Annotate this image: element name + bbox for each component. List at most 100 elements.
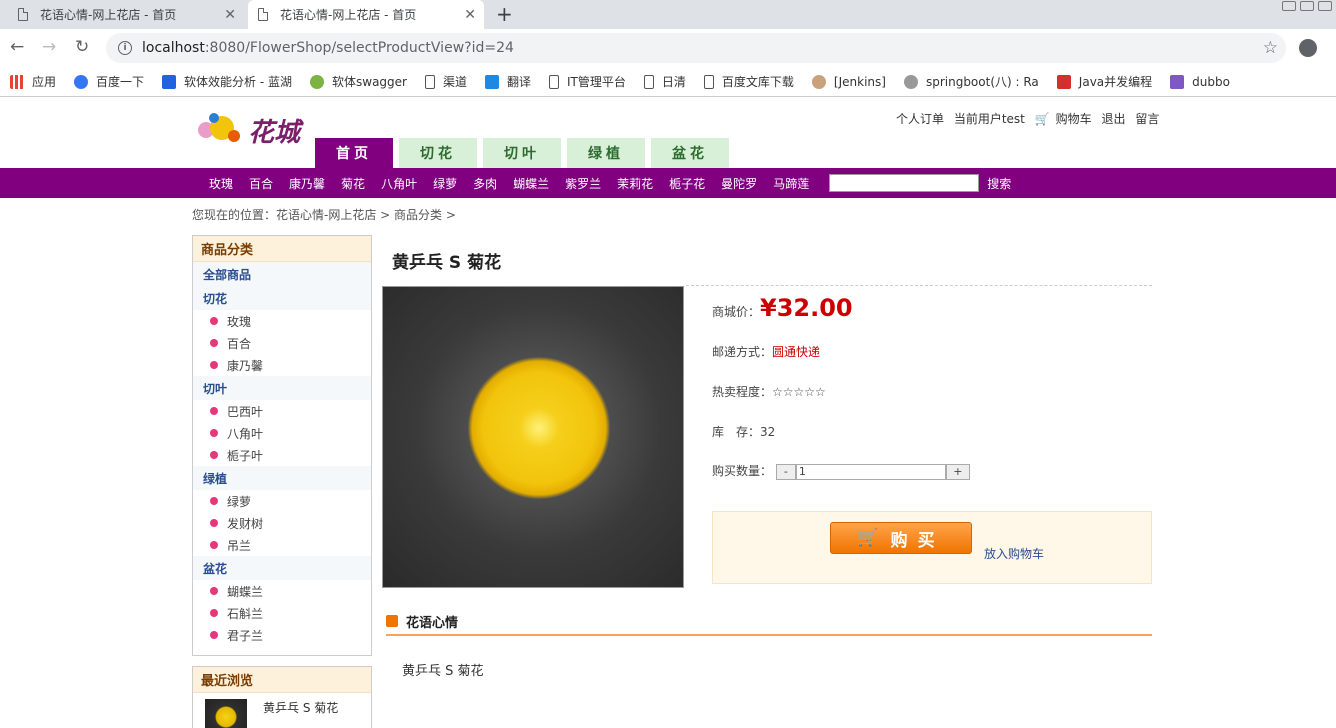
bookmark-item[interactable]: 百度一下 xyxy=(74,73,144,90)
profile-icon[interactable] xyxy=(1299,39,1317,57)
sidebar-item-label: 君子兰 xyxy=(227,628,264,643)
page-icon xyxy=(643,74,654,89)
swagger-icon xyxy=(310,74,324,89)
bookmark-item[interactable]: 日清 xyxy=(643,73,686,90)
sidebar-item-label: 发财树 xyxy=(227,516,264,531)
bookmark-item[interactable]: IT管理平台 xyxy=(549,73,626,90)
bookmark-item[interactable]: 软体swagger xyxy=(310,73,407,90)
add-to-cart-link[interactable]: 放入购物车 xyxy=(984,545,1044,562)
new-tab-icon[interactable]: + xyxy=(496,2,513,26)
recent-item-name[interactable]: 黄乒乓 S 菊花 xyxy=(263,699,338,728)
nav-category[interactable]: 曼陀罗 xyxy=(721,175,757,192)
tab-green-plants[interactable]: 绿植 xyxy=(567,138,645,168)
quantity-row: 购买数量： - 1 + xyxy=(712,462,970,480)
back-icon[interactable]: ← xyxy=(10,37,24,57)
product-description: 黄乒乓 S 菊花 xyxy=(402,664,484,679)
page-content: 花城 个人订单 当前用户test 🛒 购物车 退出 留言 首页 切花 切叶 绿植 … xyxy=(0,98,1336,728)
nav-category[interactable]: 菊花 xyxy=(341,175,365,192)
sidebar-group[interactable]: 切花 xyxy=(193,286,371,310)
sidebar-item[interactable]: 君子兰 xyxy=(193,624,371,646)
nav-category[interactable]: 八角叶 xyxy=(381,175,417,192)
bookmark-label: springboot(八) : Ra xyxy=(925,75,1039,89)
recent-thumbnail[interactable] xyxy=(205,699,247,728)
nav-category[interactable]: 栀子花 xyxy=(669,175,705,192)
sidebar-item[interactable]: 绿萝 xyxy=(193,490,371,512)
sidebar-item[interactable]: 巴西叶 xyxy=(193,400,371,422)
sidebar-group[interactable]: 绿植 xyxy=(193,466,371,490)
message-link[interactable]: 留言 xyxy=(1135,112,1159,126)
tab-home[interactable]: 首页 xyxy=(315,138,393,168)
nav-category[interactable]: 玫瑰 xyxy=(209,175,233,192)
bullet-icon xyxy=(210,631,218,639)
forward-icon[interactable]: → xyxy=(42,37,56,57)
nav-category[interactable]: 百合 xyxy=(249,175,273,192)
product-image xyxy=(382,286,684,588)
price-row: 商城价：¥32.00 xyxy=(712,294,853,322)
sidebar-item[interactable]: 蝴蝶兰 xyxy=(193,580,371,602)
bullet-icon xyxy=(210,451,218,459)
bookmark-item[interactable]: 软体效能分析 - 蓝湖 xyxy=(162,73,292,90)
recently-viewed: 最近浏览 黄乒乓 S 菊花 xyxy=(192,666,372,728)
bullet-icon xyxy=(210,361,218,369)
close-window-icon[interactable] xyxy=(1318,1,1332,11)
sidebar-item[interactable]: 发财树 xyxy=(193,512,371,534)
address-bar[interactable]: i localhost:8080/FlowerShop/selectProduc… xyxy=(106,33,1286,63)
nav-category[interactable]: 紫罗兰 xyxy=(565,175,601,192)
sidebar-item[interactable]: 栀子叶 xyxy=(193,444,371,466)
bookmark-item[interactable]: 翻译 xyxy=(485,73,531,90)
tab-cut-flowers[interactable]: 切花 xyxy=(399,138,477,168)
logo-text: 花城 xyxy=(248,118,301,148)
cart-link[interactable]: 购物车 xyxy=(1056,112,1092,126)
recent-item[interactable]: 黄乒乓 S 菊花 xyxy=(193,693,371,728)
nav-category[interactable]: 马蹄莲 xyxy=(773,175,809,192)
maximize-icon[interactable] xyxy=(1300,1,1314,11)
search-input[interactable] xyxy=(829,174,980,192)
sidebar-all-products[interactable]: 全部商品 xyxy=(193,262,371,286)
quantity-plus-button[interactable]: + xyxy=(945,463,970,480)
nav-category[interactable]: 茉莉花 xyxy=(617,175,653,192)
quantity-input[interactable]: 1 xyxy=(795,463,946,480)
bookmark-item[interactable]: 百度文库下载 xyxy=(703,73,794,90)
sidebar-item-label: 栀子叶 xyxy=(227,448,264,463)
bookmark-star-icon[interactable]: ☆ xyxy=(1263,38,1278,58)
bookmark-item[interactable]: 渠道 xyxy=(424,73,467,90)
apps-grid-icon xyxy=(10,74,24,89)
nav-category[interactable]: 绿萝 xyxy=(433,175,457,192)
sidebar-item[interactable]: 玫瑰 xyxy=(193,310,371,332)
nav-category[interactable]: 多肉 xyxy=(473,175,497,192)
bookmark-item[interactable]: Java并发编程 xyxy=(1056,73,1152,90)
bookmark-apps[interactable]: 应用 xyxy=(10,73,56,90)
bookmark-item[interactable]: springboot(八) : Ra xyxy=(903,73,1039,90)
sidebar-group[interactable]: 切叶 xyxy=(193,376,371,400)
browser-tab-2[interactable]: 花语心情-网上花店 - 首页 ✕ xyxy=(248,0,484,29)
close-icon[interactable]: ✕ xyxy=(464,7,476,23)
close-icon[interactable]: ✕ xyxy=(224,7,236,23)
logout-link[interactable]: 退出 xyxy=(1102,112,1126,126)
browser-tab-1[interactable]: 花语心情-网上花店 - 首页 ✕ xyxy=(8,0,244,29)
site-logo[interactable]: 花城 xyxy=(192,108,312,150)
sidebar-item-label: 石斛兰 xyxy=(227,606,264,621)
minimize-icon[interactable] xyxy=(1282,1,1296,11)
search-button[interactable]: 搜索 xyxy=(987,175,1011,192)
nav-category[interactable]: 蝴蝶兰 xyxy=(513,175,549,192)
sidebar-item[interactable]: 吊兰 xyxy=(193,534,371,556)
sidebar-item[interactable]: 石斛兰 xyxy=(193,602,371,624)
bookmark-label: [Jenkins] xyxy=(833,74,886,89)
sidebar-item[interactable]: 百合 xyxy=(193,332,371,354)
cart-icon: 🛒 xyxy=(857,528,879,548)
sidebar-group[interactable]: 盆花 xyxy=(193,556,371,580)
url-path: :8080/FlowerShop/selectProductView?id=24 xyxy=(204,40,514,56)
buy-button[interactable]: 🛒 购买 xyxy=(830,522,972,554)
bookmark-item[interactable]: dubbo xyxy=(1170,74,1230,89)
sidebar-item[interactable]: 康乃馨 xyxy=(193,354,371,376)
info-icon[interactable]: i xyxy=(118,41,132,55)
sidebar-item-label: 百合 xyxy=(227,336,252,351)
bookmark-item[interactable]: [Jenkins] xyxy=(811,74,886,89)
quantity-minus-button[interactable]: - xyxy=(775,463,796,480)
tab-cut-leaves[interactable]: 切叶 xyxy=(483,138,561,168)
sidebar-item[interactable]: 八角叶 xyxy=(193,422,371,444)
reload-icon[interactable]: ↻ xyxy=(75,37,89,57)
nav-category[interactable]: 康乃馨 xyxy=(289,175,325,192)
tab-potted-flowers[interactable]: 盆花 xyxy=(651,138,729,168)
my-orders-link[interactable]: 个人订单 xyxy=(896,112,944,126)
